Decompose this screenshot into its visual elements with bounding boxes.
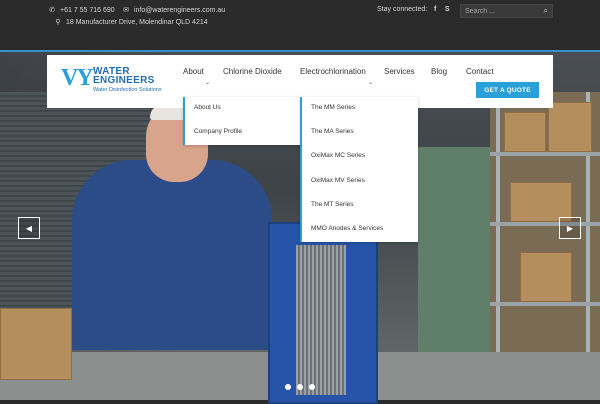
social-links: Stay connected: f S [377, 6, 451, 13]
dropdown-item-mmo-anodes[interactable]: MMO Anodes & Services [311, 225, 383, 232]
slider-dot-3[interactable] [309, 384, 315, 390]
dropdown-item-oximax-mc[interactable]: OxiMax MC Series [311, 152, 365, 159]
chevron-left-icon: ◀ [25, 223, 33, 233]
slider-dot-1[interactable] [285, 384, 291, 390]
email-text: info@waterengineers.com.au [134, 6, 226, 14]
electrode-plates [296, 245, 346, 395]
nav-contact[interactable]: Contact [466, 67, 494, 76]
person-body [72, 160, 272, 350]
dropdown-item-company-profile[interactable]: Company Profile [194, 128, 242, 135]
logo[interactable]: VY WATER ENGINEERS Water Disinfection So… [61, 66, 171, 98]
map-pin-icon: ⚲ [55, 19, 61, 26]
slider-next-button[interactable]: ▶ [559, 217, 581, 239]
dropdown-item-oximax-mv[interactable]: OxiMax MV Series [311, 177, 365, 184]
search-input[interactable] [465, 6, 537, 16]
chevron-right-icon: ▶ [566, 223, 574, 233]
envelope-icon: ✉ [123, 7, 129, 14]
address-text: 18 Manufacturer Drive, Molendinar QLD 42… [66, 18, 208, 26]
dropdown-item-ma-series[interactable]: The MA Series [311, 128, 354, 135]
dropdown-item-mm-series[interactable]: The MM Series [311, 104, 355, 111]
skype-icon[interactable]: S [443, 6, 451, 13]
facebook-icon[interactable]: f [431, 6, 439, 13]
phone-contact[interactable]: ✆ +61 7 55 716 690 [48, 6, 115, 15]
phone-icon: ✆ [49, 7, 55, 14]
search-icon[interactable]: ⌕ [544, 6, 548, 16]
top-bar: ✆ +61 7 55 716 690 ✉ info@waterengineers… [0, 0, 600, 52]
nav-electrochlorination[interactable]: Electrochlorination [300, 67, 366, 76]
phone-text: +61 7 55 716 690 [60, 6, 115, 14]
stay-connected-label: Stay connected: [377, 6, 428, 13]
dropdown-item-about-us[interactable]: About Us [194, 104, 221, 111]
logo-mark: VY [61, 65, 94, 91]
address-contact: ⚲ 18 Manufacturer Drive, Molendinar QLD … [54, 18, 208, 27]
chevron-down-icon: ⌄ [368, 80, 374, 86]
logo-tagline: Water Disinfection Solutions [93, 87, 162, 93]
nav-chlorine-dioxide[interactable]: Chlorine Dioxide [223, 67, 282, 76]
chevron-down-icon: ⌄ [205, 80, 211, 86]
slider-prev-button[interactable]: ◀ [18, 217, 40, 239]
email-contact[interactable]: ✉ info@waterengineers.com.au [122, 6, 226, 15]
electrochlorination-dropdown: The MM Series The MA Series OxiMax MC Se… [300, 97, 418, 242]
logo-line2: ENGINEERS [93, 75, 155, 86]
about-dropdown: About Us Company Profile [183, 97, 302, 145]
search-box: ⌕ [460, 4, 553, 18]
nav-blog[interactable]: Blog [431, 67, 447, 76]
get-a-quote-button[interactable]: GET A QUOTE [476, 82, 539, 98]
slider-dot-2[interactable] [297, 384, 303, 390]
nav-about[interactable]: About [183, 67, 204, 76]
nav-services[interactable]: Services [384, 67, 415, 76]
dropdown-item-mt-series[interactable]: The MT Series [311, 201, 354, 208]
